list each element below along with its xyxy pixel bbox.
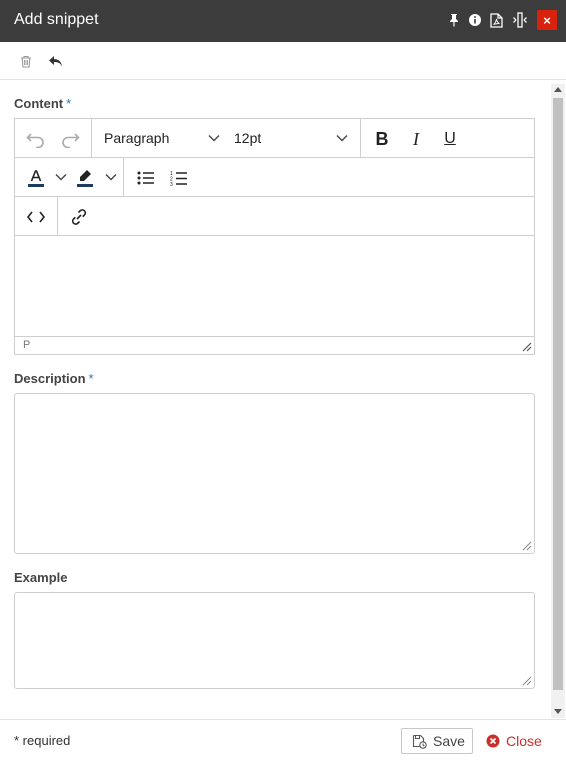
undo-icon[interactable] <box>25 128 47 150</box>
editor-toolbar-row-1: Paragraph 12pt B I U <box>15 119 534 158</box>
numbered-list-icon[interactable]: 123 <box>168 167 190 189</box>
editor-toolbar-row-2: 123 <box>15 158 534 197</box>
svg-text:3: 3 <box>170 182 173 187</box>
resize-width-icon[interactable] <box>511 11 529 29</box>
font-size-value: 12pt <box>234 130 262 146</box>
color-group <box>15 158 124 196</box>
chevron-down-icon[interactable] <box>105 173 117 181</box>
info-icon[interactable] <box>466 11 484 29</box>
code-group <box>15 197 58 235</box>
link-icon[interactable] <box>68 206 90 228</box>
resize-handle-icon[interactable] <box>522 676 532 686</box>
history-group <box>15 119 92 157</box>
scroll-up-arrow-icon[interactable] <box>554 87 562 92</box>
chevron-down-icon <box>336 135 348 142</box>
content-editor: Paragraph 12pt B I U 1 2 3 P <box>14 118 535 355</box>
block-format-select[interactable]: Paragraph <box>104 119 229 157</box>
example-label-text: Example <box>14 570 68 585</box>
scrollbar[interactable] <box>551 84 565 718</box>
title-bar: Add snippet × <box>0 0 566 42</box>
add-snippet-dialog: Add snippet × Content * Paragraph 12pt B… <box>0 0 566 760</box>
dialog-title: Add snippet <box>14 11 99 28</box>
resize-handle-icon[interactable] <box>522 342 532 352</box>
close-circle-icon <box>486 734 500 748</box>
save-icon <box>412 734 427 749</box>
element-path[interactable]: P <box>23 339 30 351</box>
close-button[interactable]: Close <box>486 728 542 754</box>
description-label: Description * <box>14 371 94 386</box>
block-format-value: Paragraph <box>104 130 170 146</box>
italic-icon[interactable]: I <box>405 128 427 150</box>
redo-icon[interactable] <box>59 128 81 150</box>
pdf-icon[interactable] <box>487 11 505 29</box>
description-textarea[interactable] <box>14 393 535 554</box>
source-code-icon[interactable] <box>25 206 47 228</box>
scroll-down-arrow-icon[interactable] <box>554 709 562 714</box>
example-label: Example <box>14 570 67 585</box>
bold-icon[interactable]: B <box>371 128 393 150</box>
content-editor-body[interactable] <box>15 236 534 336</box>
text-color-icon[interactable] <box>25 167 47 189</box>
scrollbar-thumb[interactable] <box>553 98 563 690</box>
close-label: Close <box>506 733 542 749</box>
highlight-color-icon[interactable] <box>74 167 96 189</box>
save-button[interactable]: Save <box>401 728 473 754</box>
pin-icon[interactable] <box>445 11 463 29</box>
font-size-select[interactable]: 12pt <box>234 119 359 157</box>
example-textarea[interactable] <box>14 592 535 689</box>
editor-toolbar-row-3 <box>15 197 534 236</box>
resize-handle-icon[interactable] <box>522 541 532 551</box>
content-label-text: Content <box>14 96 64 111</box>
content-label: Content * <box>14 96 71 111</box>
action-bar <box>0 42 566 80</box>
close-icon[interactable]: × <box>537 10 557 30</box>
bullet-list-icon[interactable] <box>135 167 157 189</box>
required-mark: * <box>88 371 94 386</box>
trash-icon[interactable] <box>18 53 34 69</box>
save-label: Save <box>433 733 465 749</box>
editor-statusbar: P <box>15 336 534 354</box>
required-mark: * <box>66 96 72 111</box>
description-label-text: Description <box>14 371 86 386</box>
required-note: * required <box>14 733 71 748</box>
reply-icon[interactable] <box>47 53 63 69</box>
chevron-down-icon[interactable] <box>55 173 67 181</box>
chevron-down-icon <box>208 135 220 142</box>
dialog-footer: * required Save Close <box>0 719 566 760</box>
underline-icon[interactable]: U <box>439 128 461 150</box>
font-size-group: 12pt <box>228 119 361 157</box>
